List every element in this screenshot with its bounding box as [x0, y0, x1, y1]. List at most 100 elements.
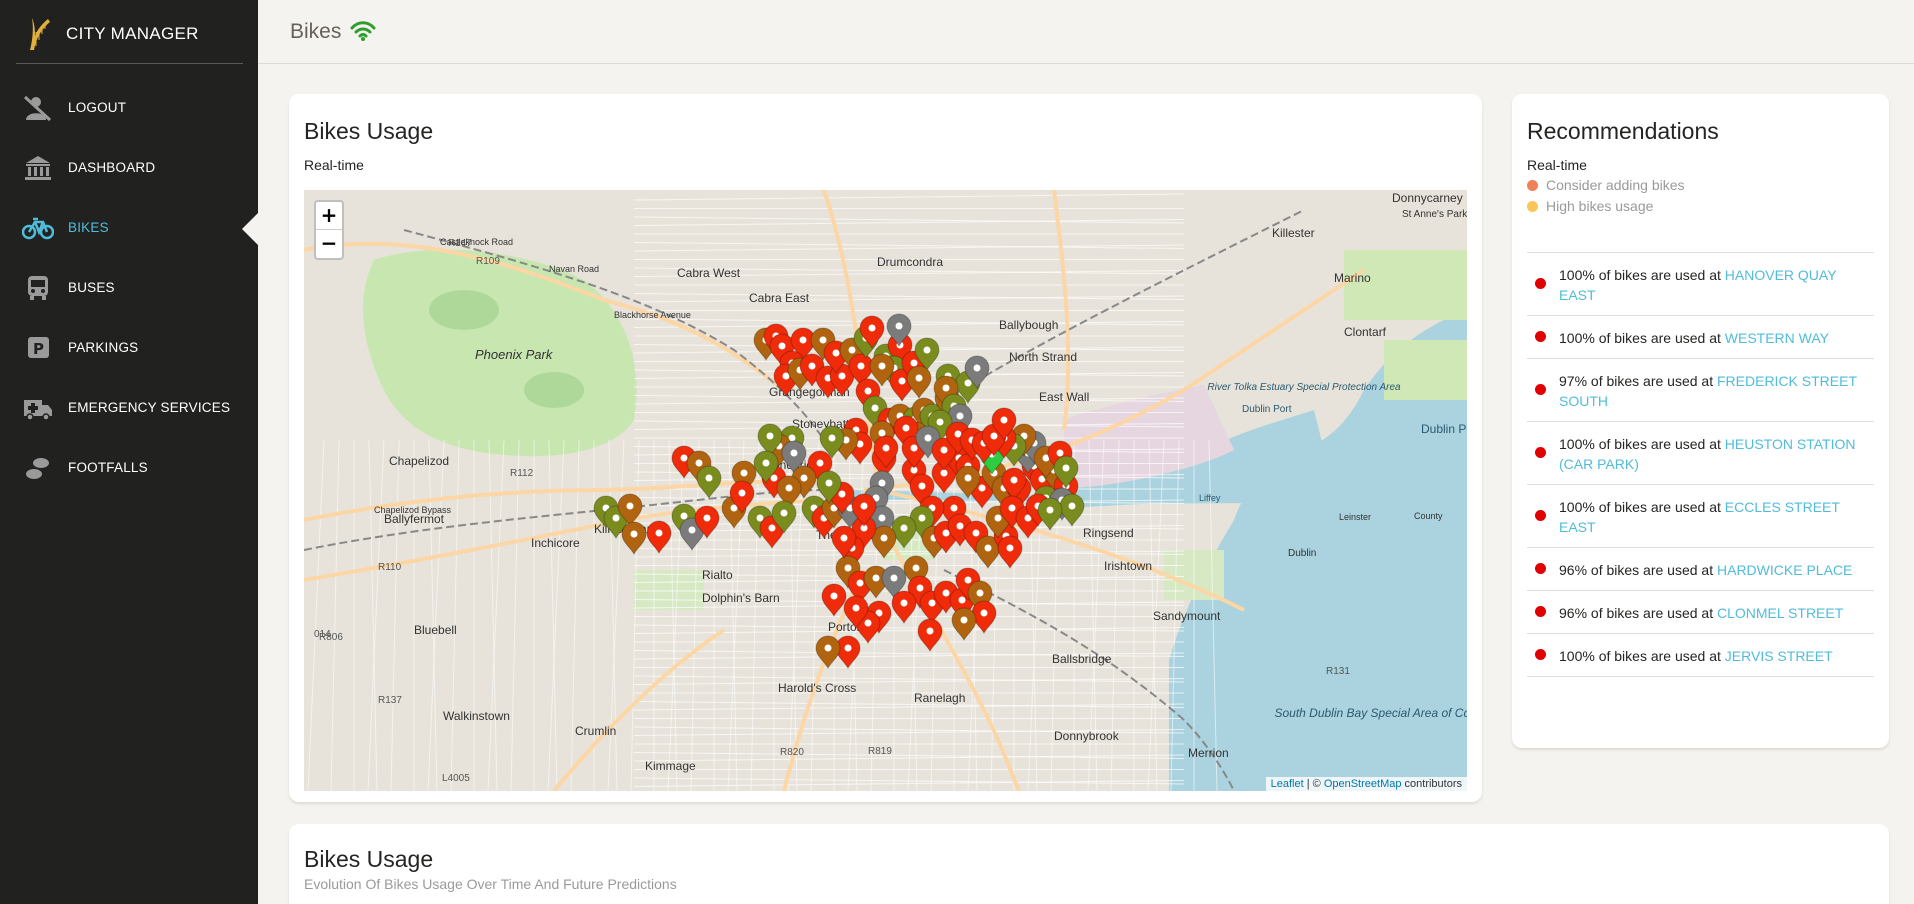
logout-icon	[23, 95, 52, 122]
place-label: Walkinstown	[443, 709, 510, 723]
place-label: River Tolka Estuary Special Protection A…	[1207, 382, 1401, 393]
map-attribution: Leaflet | © OpenStreetMap contributors	[1265, 777, 1467, 791]
marker-center	[868, 324, 876, 332]
marker-center	[680, 454, 688, 462]
marker-center	[923, 346, 931, 354]
nav-parkings[interactable]: P PARKINGS	[0, 324, 258, 372]
place-label: Harold's Cross	[778, 681, 856, 695]
marker-center	[882, 444, 890, 452]
bikes-map[interactable]: Donnycarney Killester Drumcondra Marino Cabr…	[304, 190, 1467, 791]
marker-center	[902, 424, 910, 432]
marker-center	[1046, 506, 1054, 514]
marker-center	[890, 574, 898, 582]
station-link[interactable]: JERVIS STREET	[1725, 648, 1833, 664]
marker-center	[766, 432, 774, 440]
marker-center	[978, 484, 986, 492]
marker-center	[915, 374, 923, 382]
marker-center	[816, 459, 824, 467]
ambulance-icon	[24, 400, 52, 421]
recommendation-item: 100% of bikes are used at WESTERN WAY	[1527, 316, 1874, 359]
marker-center	[799, 336, 807, 344]
card-subtitle: Real-time	[304, 157, 364, 173]
nav-footfalls[interactable]: FOOTFALLS	[0, 444, 258, 492]
nav-logout[interactable]: LOGOUT	[0, 84, 258, 132]
place-label: R147	[448, 238, 472, 249]
marker-center	[838, 490, 846, 498]
marker-center	[895, 322, 903, 330]
zoom-out-button[interactable]: −	[316, 230, 342, 258]
marker-center	[825, 479, 833, 487]
marker-center	[1008, 504, 1016, 512]
marker-center	[942, 384, 950, 392]
nav-buses[interactable]: BUSES	[0, 264, 258, 312]
marker-center	[878, 362, 886, 370]
place-label: Drumcondra	[877, 255, 943, 269]
place-label: Bluebell	[414, 623, 457, 637]
bus-icon	[28, 276, 48, 300]
recommendation-item: 96% of bikes are used at HARDWICKE PLACE	[1527, 548, 1874, 591]
marker-center	[830, 592, 838, 600]
station-link[interactable]: CLONMEL STREET	[1717, 605, 1843, 621]
nav-label: DASHBOARD	[68, 160, 156, 175]
alert-dot	[1535, 510, 1546, 521]
legend-label: Consider adding bikes	[1546, 177, 1685, 193]
place-label: Inchicore	[531, 536, 580, 550]
card-subtitle: Real-time	[1527, 157, 1587, 173]
marker-center	[878, 514, 886, 522]
marker-center	[630, 530, 638, 538]
marker-center	[918, 482, 926, 490]
marker-center	[918, 514, 926, 522]
place-label: Chapelizod	[389, 454, 449, 468]
nav-label: LOGOUT	[68, 100, 127, 115]
station-link[interactable]: WESTERN WAY	[1725, 330, 1829, 346]
marker-center	[740, 469, 748, 477]
place-label: Dolphin's Barn	[702, 591, 780, 605]
green-area	[634, 570, 704, 610]
zoom-in-button[interactable]: +	[316, 202, 342, 230]
nav-bikes[interactable]: BIKES	[0, 204, 258, 252]
alert-dot	[1535, 278, 1546, 289]
marker-center	[900, 599, 908, 607]
marker-center	[958, 596, 966, 604]
marker-center	[956, 412, 964, 420]
place-label: R137	[378, 695, 402, 706]
marker-center	[976, 589, 984, 597]
marker-center	[738, 489, 746, 497]
card-title: Bikes Usage	[304, 118, 434, 144]
marker-center	[840, 534, 848, 542]
map-canvas[interactable]: Donnycarney Killester Drumcondra Marino Cabr…	[304, 190, 1467, 791]
place-label: Dublin Port	[1421, 422, 1467, 436]
marker-center	[936, 418, 944, 426]
place-label: Ranelagh	[914, 691, 965, 705]
place-label: R112	[510, 468, 534, 479]
marker-center	[910, 359, 918, 367]
place-label: Liffey	[1199, 493, 1221, 503]
place-label: Sandymount	[1153, 609, 1221, 623]
nav-dashboard[interactable]: DASHBOARD	[0, 144, 258, 192]
recommendation-item: 96% of bikes are used at CLONMEL STREET	[1527, 591, 1874, 634]
place-label: Phoenix Park	[475, 347, 554, 362]
legend-dot	[1527, 201, 1538, 212]
marker-center	[1006, 544, 1014, 552]
marker-center	[808, 362, 816, 370]
footprint-icon	[26, 458, 49, 479]
marker-center	[785, 484, 793, 492]
parking-icon: P	[28, 337, 49, 358]
attribution-suffix: contributors	[1401, 778, 1462, 790]
marker-center	[824, 644, 832, 652]
place-label: R109	[476, 256, 500, 267]
nav-label: BIKES	[68, 220, 109, 235]
brand[interactable]: CITY MANAGER	[16, 14, 243, 64]
nav-label: EMERGENCY SERVICES	[68, 400, 231, 415]
recommendation-text: 100% of bikes are used at	[1559, 267, 1725, 283]
recommendation-list: 100% of bikes are used at HANOVER QUAY E…	[1527, 252, 1874, 677]
osm-link[interactable]: OpenStreetMap	[1324, 778, 1402, 790]
station-link[interactable]: HARDWICKE PLACE	[1717, 562, 1852, 578]
marker-center	[900, 524, 908, 532]
marker-center	[1010, 476, 1018, 484]
recommendation-text: 96% of bikes are used at	[1559, 562, 1717, 578]
nav-emergency-services[interactable]: EMERGENCY SERVICES	[0, 384, 258, 432]
marker-center	[778, 342, 786, 350]
leaflet-link[interactable]: Leaflet	[1271, 778, 1304, 790]
recommendation-text: 100% of bikes are used at	[1559, 436, 1725, 452]
